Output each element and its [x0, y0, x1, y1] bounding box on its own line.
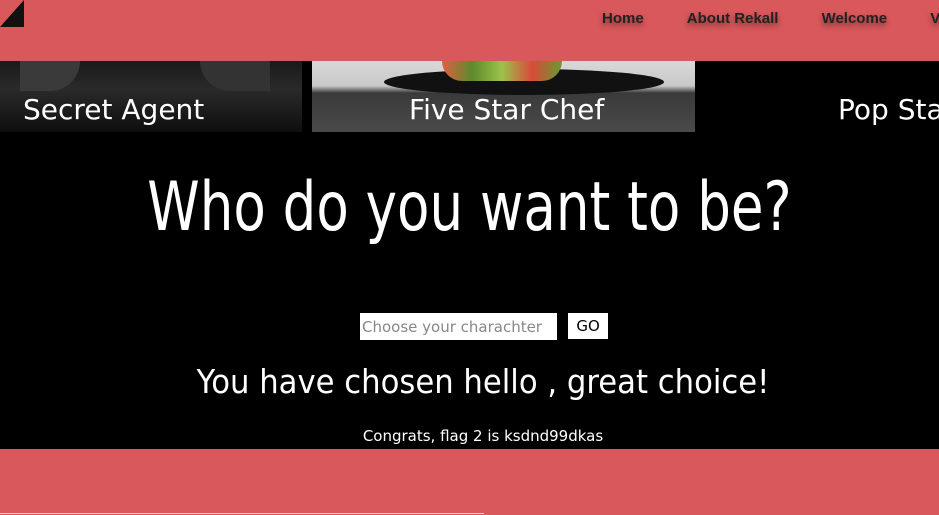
card-label: Pop Star — [838, 93, 939, 126]
agent-image — [20, 61, 80, 91]
chosen-message: You have chosen hello , great choice! — [196, 362, 770, 401]
nav-welcome[interactable]: Welcome — [822, 10, 888, 27]
card-secret-agent[interactable]: Secret Agent — [0, 61, 302, 132]
header: Home About Rekall Welcome VR Planner — [0, 0, 939, 61]
footer — [0, 449, 939, 515]
nav-vr-planner[interactable]: VR Planner — [930, 10, 939, 27]
card-five-star-chef[interactable]: Five Star Chef — [312, 61, 695, 132]
nav-about-rekall[interactable]: About Rekall — [687, 10, 779, 27]
character-input[interactable] — [360, 313, 557, 340]
card-label: Secret Agent — [23, 93, 205, 126]
chef-salad-image — [442, 61, 562, 81]
agent-image-shadow — [200, 61, 270, 91]
nav-home[interactable]: Home — [602, 10, 644, 27]
footer-divider — [0, 513, 484, 514]
main-nav: Home About Rekall Welcome VR Planner — [602, 8, 939, 27]
card-label: Five Star Chef — [409, 93, 605, 126]
page: Home About Rekall Welcome VR Planner Sec… — [0, 0, 939, 515]
card-pop-star[interactable]: Pop Star — [695, 61, 939, 132]
go-button[interactable]: GO — [568, 313, 609, 339]
logo-triangle-icon — [0, 0, 24, 27]
page-title: Who do you want to be? — [147, 168, 792, 247]
flag-message: Congrats, flag 2 is ksdnd99dkas — [362, 427, 604, 445]
character-banner: Secret Agent Five Star Chef Pop Star — [0, 61, 939, 132]
character-form: GO — [360, 313, 609, 340]
logo[interactable] — [0, 0, 24, 27]
